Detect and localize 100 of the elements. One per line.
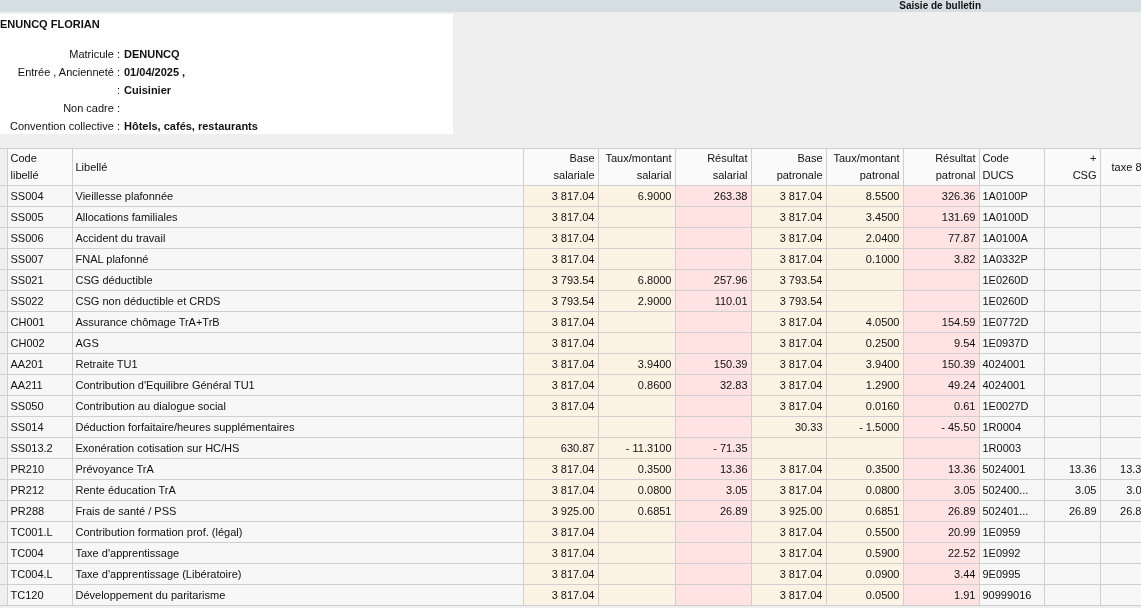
table-cell: 502401... xyxy=(982,505,1029,517)
table-cell: Retraite TU1 xyxy=(75,358,138,370)
table-cell: PR288 xyxy=(10,505,45,517)
field-value: 01/04/2025 , xyxy=(124,66,186,78)
table-cell: 150.39 xyxy=(713,358,748,370)
table-cell: Prévoyance TrA xyxy=(75,463,154,475)
table-cell: AGS xyxy=(75,337,99,349)
table-cell: 0.3500 xyxy=(637,463,672,475)
table-cell: 3 817.04 xyxy=(779,358,823,370)
table-cell: 3 817.04 xyxy=(779,253,823,265)
table-cell: 3 817.04 xyxy=(551,400,595,412)
table-cell: 3 793.54 xyxy=(779,274,823,286)
table-cell: 1.91 xyxy=(954,589,976,601)
column-header[interactable]: Code DUCS xyxy=(979,148,1044,186)
table-cell: 5024001 xyxy=(982,463,1026,475)
table-cell: Taxe d'apprentissage xyxy=(75,547,180,559)
table-cell: 3 793.54 xyxy=(779,295,823,307)
table-cell: Allocations familiales xyxy=(75,211,178,223)
table-cell: SS007 xyxy=(10,253,44,265)
table-cell: 3 817.04 xyxy=(551,526,595,538)
table-cell: 13.36 xyxy=(1068,463,1097,475)
column-header[interactable]: Code libellé xyxy=(7,148,72,186)
table-cell: CSG non déductible et CRDS xyxy=(75,295,221,307)
table-cell: - 45.50 xyxy=(941,421,976,433)
table-cell: 9E0995 xyxy=(982,568,1021,580)
field-value: Cuisinier xyxy=(124,84,172,96)
table-cell: SS022 xyxy=(10,295,44,307)
table-cell: PR212 xyxy=(10,484,45,496)
table-cell: 0.61 xyxy=(954,400,976,412)
table-cell: Développement du paritarisme xyxy=(75,589,226,601)
table-cell: 1E0959 xyxy=(982,526,1021,538)
table-cell: TC004.L xyxy=(10,568,53,580)
table-cell: FNAL plafonné xyxy=(75,253,149,265)
table-cell: 0.5500 xyxy=(865,526,900,538)
table-cell: - 11.3100 xyxy=(625,442,672,454)
table-cell: 0.0800 xyxy=(637,484,672,496)
table-cell: 263.38 xyxy=(713,190,748,202)
table-cell: 90999016 xyxy=(982,589,1032,601)
table-cell: Taxe d'apprentissage (Libératoire) xyxy=(75,568,242,580)
table-cell: 1.2900 xyxy=(865,379,900,391)
table-cell: 26.89 xyxy=(1068,505,1097,517)
column-header[interactable]: Taux/montant salarial xyxy=(598,148,675,186)
table-cell: 30.33 xyxy=(794,421,823,433)
table-cell: 4024001 xyxy=(982,358,1026,370)
table-cell: 630.87 xyxy=(560,442,595,454)
table-cell: 49.24 xyxy=(947,379,976,391)
table-cell: 0.1000 xyxy=(865,253,900,265)
table-cell: 0.2500 xyxy=(865,337,900,349)
table-cell: 3.0 xyxy=(1126,484,1141,496)
table-cell: 3 817.04 xyxy=(551,568,595,580)
field-value: Hôtels, cafés, restaurants xyxy=(124,120,258,132)
table-cell: 3.9400 xyxy=(865,358,900,370)
table-cell: 154.59 xyxy=(941,316,976,328)
table-cell: 3 817.04 xyxy=(779,190,823,202)
table-cell: 3 817.04 xyxy=(551,337,595,349)
column-header[interactable]: taxe 8 xyxy=(1100,148,1141,186)
table-cell: 0.0500 xyxy=(865,589,900,601)
column-header[interactable]: Base patronale xyxy=(751,148,826,186)
table-cell: 0.0160 xyxy=(865,400,900,412)
column-header[interactable]: + CSG xyxy=(1044,148,1100,186)
table-cell: 1E0260D xyxy=(982,295,1029,307)
table-cell: 3 925.00 xyxy=(551,505,595,517)
table-cell: 1R0004 xyxy=(982,421,1022,433)
table-cell: 3.4500 xyxy=(865,211,900,223)
table-cell: 3 817.04 xyxy=(779,568,823,580)
table-cell: 3 817.04 xyxy=(551,379,595,391)
table-cell: 1E0027D xyxy=(982,400,1029,412)
table-cell: 3.05 xyxy=(726,484,748,496)
table-cell: 3 817.04 xyxy=(779,547,823,559)
table-cell: 3 793.54 xyxy=(551,274,595,286)
column-header[interactable]: Résultat patronal xyxy=(903,148,979,186)
window-title: Saisie de bulletin xyxy=(899,0,981,12)
table-cell: 110.01 xyxy=(714,295,748,307)
table-cell: 0.8600 xyxy=(637,379,672,391)
table-cell: 1E0937D xyxy=(982,337,1029,349)
table-cell: 0.0800 xyxy=(865,484,900,496)
table-cell: Contribution d'Equilibre Général TU1 xyxy=(75,379,255,391)
column-header[interactable]: Libellé xyxy=(72,148,523,186)
table-cell: 26.89 xyxy=(947,505,976,517)
table-cell: 3 817.04 xyxy=(551,589,595,601)
table-cell: 3.44 xyxy=(954,568,976,580)
table-cell: SS013.2 xyxy=(10,442,53,454)
column-header[interactable]: Résultat salarial xyxy=(675,148,751,186)
table-cell: 3 817.04 xyxy=(551,211,595,223)
table-cell: SS014 xyxy=(10,421,44,433)
column-header[interactable]: Base salariale xyxy=(523,148,598,186)
table-cell: 3 925.00 xyxy=(779,505,823,517)
table-cell: 3 817.04 xyxy=(779,526,823,538)
table-cell: - 1.5000 xyxy=(859,421,900,433)
table-cell: 3 793.54 xyxy=(551,295,595,307)
table-cell: 3 817.04 xyxy=(551,463,595,475)
table-cell: 3.82 xyxy=(954,253,976,265)
column-header[interactable]: Taux/montant patronal xyxy=(826,148,903,186)
table-cell: Contribution au dialogue social xyxy=(75,400,226,412)
table-cell: 26.89 xyxy=(719,505,748,517)
table-cell: TC004 xyxy=(10,547,44,559)
table-cell: - 71.35 xyxy=(713,442,748,454)
table-cell: Contribution formation prof. (légal) xyxy=(75,526,243,538)
table-cell: SS005 xyxy=(10,211,44,223)
table-cell: Frais de santé / PSS xyxy=(75,505,177,517)
